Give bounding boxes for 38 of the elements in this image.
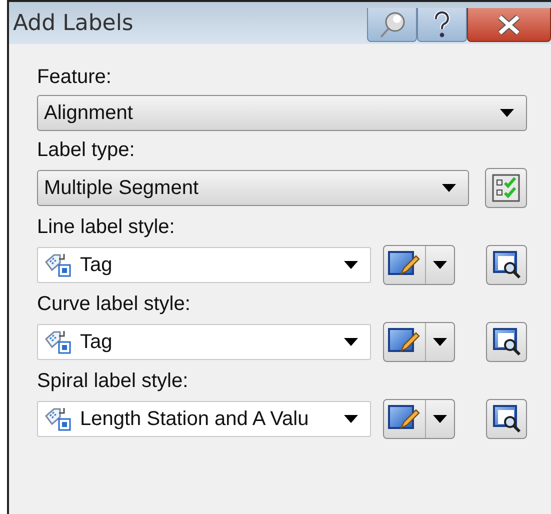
- magnifier-icon: [492, 404, 522, 434]
- window-title: Add Labels: [12, 10, 134, 36]
- magnifier-icon: [492, 327, 522, 357]
- dropdown[interactable]: Multiple Segment: [37, 170, 470, 206]
- edit-style-button[interactable]: [382, 245, 455, 285]
- question-mark-icon: [432, 10, 452, 38]
- dropdown-arrow-icon: [432, 338, 447, 346]
- magnifier-icon: [492, 250, 522, 280]
- field-label: Label type:: [37, 139, 136, 162]
- style-dropdown[interactable]: Tag: [37, 247, 371, 283]
- label-style-icon: [44, 329, 72, 355]
- edit-style-button[interactable]: [382, 322, 455, 362]
- view-style-button[interactable]: [486, 322, 527, 362]
- field-label: Feature:: [37, 66, 112, 89]
- dropdown[interactable]: Alignment: [37, 95, 527, 131]
- label-style-icon: [44, 406, 72, 432]
- dropdown-arrow-icon: [344, 415, 358, 423]
- style-dropdown[interactable]: Length Station and A Valu: [37, 401, 371, 437]
- dropdown-arrow-icon: [432, 415, 447, 423]
- field-label: Curve label style:: [37, 293, 192, 316]
- help-button[interactable]: [417, 8, 467, 42]
- close-button[interactable]: [467, 8, 551, 42]
- field-label: Spiral label style:: [37, 370, 190, 393]
- dropdown-arrow-icon: [442, 184, 456, 192]
- label-style-icon: [44, 252, 72, 278]
- dropdown-arrow-icon: [344, 261, 358, 269]
- pin-button[interactable]: [367, 8, 417, 42]
- dropdown-arrow-icon: [432, 261, 447, 269]
- view-style-button[interactable]: [486, 399, 527, 439]
- checklist-icon: [492, 174, 520, 202]
- style-dropdown[interactable]: Tag: [37, 324, 371, 360]
- view-style-button[interactable]: [486, 245, 527, 285]
- label-type-button[interactable]: [485, 168, 527, 208]
- close-icon: [496, 14, 522, 36]
- field-label: Line label style:: [37, 216, 176, 239]
- dropdown-arrow-icon: [500, 109, 514, 117]
- edit-style-button[interactable]: [382, 399, 455, 439]
- dropdown-arrow-icon: [344, 338, 358, 346]
